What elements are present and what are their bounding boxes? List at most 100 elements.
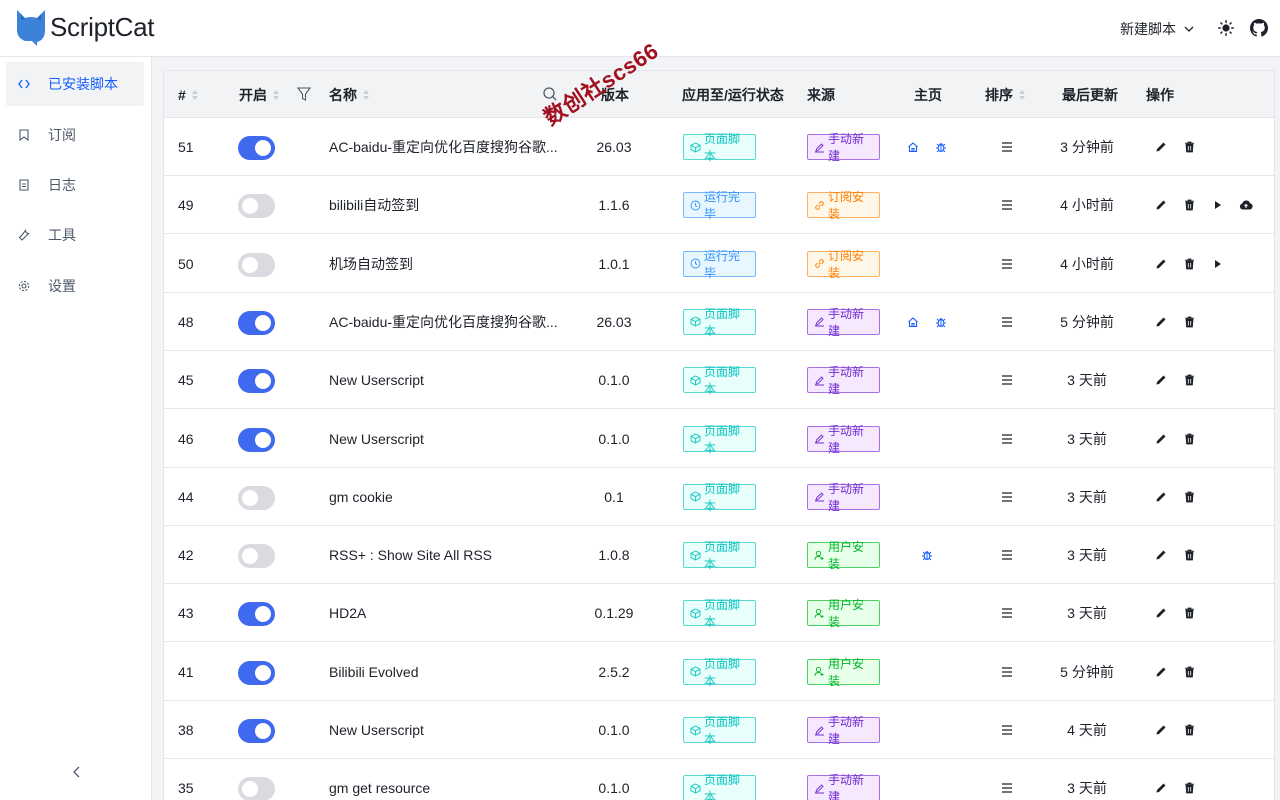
sidebar-item-logs[interactable]: 日志 [6,163,144,207]
delete-icon[interactable] [1181,314,1197,330]
edit-icon[interactable] [1153,256,1169,272]
filter-icon[interactable] [297,86,311,102]
enable-toggle[interactable] [238,485,275,510]
new-script-dropdown[interactable]: 新建脚本 [1120,19,1194,39]
edit-icon[interactable] [1153,664,1169,680]
source-tag[interactable]: 用户安装 [807,657,880,688]
collapse-sidebar-button[interactable] [66,762,86,782]
source-tag[interactable]: 手动新建 [807,365,880,396]
drag-handle-icon[interactable] [999,722,1015,738]
script-name-link[interactable]: AC-baidu-重定向优化百度搜狗谷歌... [329,293,558,351]
enable-toggle[interactable] [238,660,275,685]
edit-icon[interactable] [1153,431,1169,447]
enable-toggle[interactable] [238,719,275,743]
status-tag[interactable]: 页面脚本 [683,715,756,746]
theme-toggle-button[interactable] [1216,18,1236,38]
edit-icon[interactable] [1153,780,1169,796]
bug-report-icon[interactable] [919,547,935,563]
enable-toggle[interactable] [238,194,275,219]
sort-icon[interactable] [1019,89,1025,100]
delete-icon[interactable] [1181,139,1197,155]
source-tag[interactable]: 手动新建 [807,715,880,746]
drag-handle-icon[interactable] [999,372,1015,388]
script-name-link[interactable]: New Userscript [329,351,424,409]
edit-icon[interactable] [1153,605,1169,621]
script-name-link[interactable]: gm get resource [329,759,430,800]
enable-toggle[interactable] [238,602,275,627]
script-name-link[interactable]: 机场自动签到 [329,235,413,293]
enable-toggle[interactable] [238,369,275,394]
script-name-link[interactable]: New Userscript [329,410,424,468]
script-name-link[interactable]: New Userscript [329,701,424,759]
sidebar-item-settings[interactable]: 设置 [6,264,144,308]
source-tag[interactable]: 订阅安装 [807,190,880,221]
status-tag[interactable]: 页面脚本 [683,657,756,688]
status-tag[interactable]: 运行完毕 [683,249,756,280]
delete-icon[interactable] [1181,197,1197,213]
enable-toggle[interactable] [238,252,275,277]
drag-handle-icon[interactable] [999,605,1015,621]
script-name-link[interactable]: AC-baidu-重定向优化百度搜狗谷歌... [329,118,558,176]
source-tag[interactable]: 手动新建 [807,307,880,338]
edit-icon[interactable] [1153,197,1169,213]
drag-handle-icon[interactable] [999,780,1015,796]
sort-icon[interactable] [191,89,198,100]
delete-icon[interactable] [1181,256,1197,272]
delete-icon[interactable] [1181,605,1197,621]
script-name-link[interactable]: gm cookie [329,468,393,526]
source-tag[interactable]: 用户安装 [807,540,880,571]
delete-icon[interactable] [1181,489,1197,505]
sidebar-item-installed-scripts[interactable]: 已安装脚本 [6,62,144,106]
enable-toggle[interactable] [238,777,275,800]
drag-handle-icon[interactable] [999,197,1015,213]
source-tag[interactable]: 手动新建 [807,424,880,455]
run-icon[interactable] [1210,197,1226,213]
source-tag[interactable]: 手动新建 [807,773,880,800]
sort-icon[interactable] [363,89,369,100]
sort-icon[interactable] [273,89,279,100]
script-name-link[interactable]: Bilibili Evolved [329,643,418,701]
status-tag[interactable]: 页面脚本 [683,598,756,629]
cloud-upload-icon[interactable] [1238,197,1254,213]
source-tag[interactable]: 订阅安装 [807,249,880,280]
bug-report-icon[interactable] [933,314,949,330]
enable-toggle[interactable] [238,544,275,569]
sidebar-item-tools[interactable]: 工具 [6,213,144,257]
sidebar-item-subscriptions[interactable]: 订阅 [6,113,144,157]
run-icon[interactable] [1210,256,1226,272]
delete-icon[interactable] [1181,431,1197,447]
script-name-link[interactable]: bilibili自动签到 [329,176,419,234]
status-tag[interactable]: 页面脚本 [683,773,756,800]
script-name-link[interactable]: HD2A [329,584,366,642]
edit-icon[interactable] [1153,722,1169,738]
app-logo[interactable]: ScriptCat [14,8,155,46]
source-tag[interactable]: 用户安装 [807,598,880,629]
status-tag[interactable]: 页面脚本 [683,540,756,571]
status-tag[interactable]: 页面脚本 [683,365,756,396]
status-tag[interactable]: 运行完毕 [683,190,756,221]
column-header-enabled[interactable]: 开启 [239,71,279,118]
drag-handle-icon[interactable] [999,314,1015,330]
bug-report-icon[interactable] [933,139,949,155]
source-tag[interactable]: 手动新建 [807,132,880,163]
delete-icon[interactable] [1181,780,1197,796]
edit-icon[interactable] [1153,372,1169,388]
source-tag[interactable]: 手动新建 [807,482,880,513]
drag-handle-icon[interactable] [999,139,1015,155]
column-header-id[interactable]: # [178,71,198,118]
delete-icon[interactable] [1181,547,1197,563]
edit-icon[interactable] [1153,139,1169,155]
column-header-order[interactable]: 排序 [985,71,1025,118]
edit-icon[interactable] [1153,547,1169,563]
status-tag[interactable]: 页面脚本 [683,307,756,338]
edit-icon[interactable] [1153,489,1169,505]
drag-handle-icon[interactable] [999,547,1015,563]
enable-toggle[interactable] [238,427,275,452]
delete-icon[interactable] [1181,722,1197,738]
homepage-icon[interactable] [905,314,921,330]
status-tag[interactable]: 页面脚本 [683,482,756,513]
drag-handle-icon[interactable] [999,431,1015,447]
homepage-icon[interactable] [905,139,921,155]
delete-icon[interactable] [1181,664,1197,680]
drag-handle-icon[interactable] [999,489,1015,505]
